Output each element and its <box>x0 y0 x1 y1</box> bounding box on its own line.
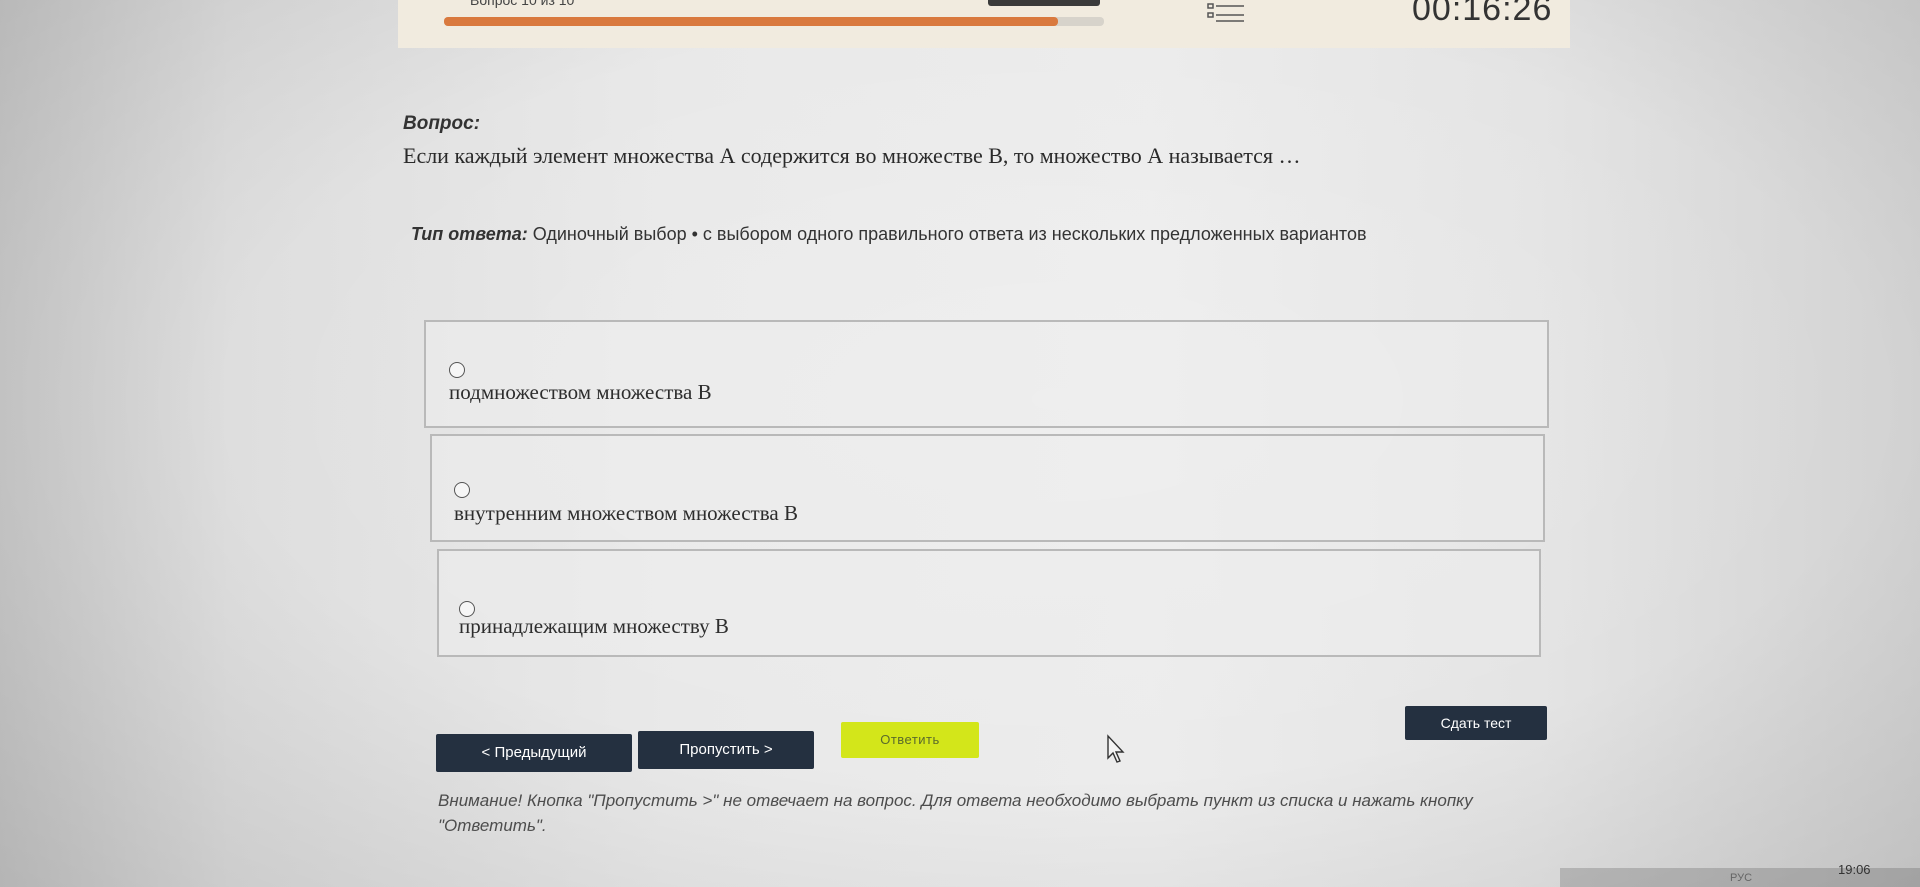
answer-option-text: подмножеством множества В <box>449 380 712 404</box>
answer-option[interactable]: подмножеством множества В <box>424 320 1549 428</box>
progress-bar <box>444 17 1104 26</box>
answer-type-text: Одиночный выбор • с выбором одного прави… <box>532 224 1367 244</box>
mouse-cursor-icon <box>1106 734 1126 764</box>
list-icon[interactable] <box>1206 0 1246 24</box>
radio-button[interactable] <box>454 482 470 498</box>
skip-button[interactable]: Пропустить > <box>638 731 814 769</box>
question-text: Если каждый элемент множества А содержит… <box>403 143 1301 168</box>
taskbar-clock: 19:06 <box>1838 862 1871 877</box>
language-indicator[interactable]: РУС <box>1730 872 1752 884</box>
progress-badge <box>988 0 1100 6</box>
timer: 00:16:26 <box>1412 0 1553 28</box>
answer-type-label: Тип ответа: <box>411 224 528 244</box>
answer-option-text: внутренним множеством множества В <box>454 501 798 525</box>
question-counter: Вопрос 10 из 10 <box>470 0 575 8</box>
progress-bar-fill <box>444 17 1058 26</box>
skip-warning: Внимание! Кнопка "Пропустить >" не отвеч… <box>438 791 1473 835</box>
question-label: Вопрос: <box>403 113 481 134</box>
answer-option-text: принадлежащим множеству В <box>459 614 729 638</box>
answer-type: Тип ответа: Одиночный выбор • с выбором … <box>411 224 1367 245</box>
previous-button[interactable]: < Предыдущий <box>436 734 632 772</box>
submit-test-button[interactable]: Сдать тест <box>1405 706 1547 740</box>
radio-button[interactable] <box>449 362 465 378</box>
answer-option[interactable]: внутренним множеством множества В <box>430 434 1545 542</box>
answer-button[interactable]: Ответить <box>841 722 979 758</box>
answer-option[interactable]: принадлежащим множеству В <box>437 549 1541 657</box>
